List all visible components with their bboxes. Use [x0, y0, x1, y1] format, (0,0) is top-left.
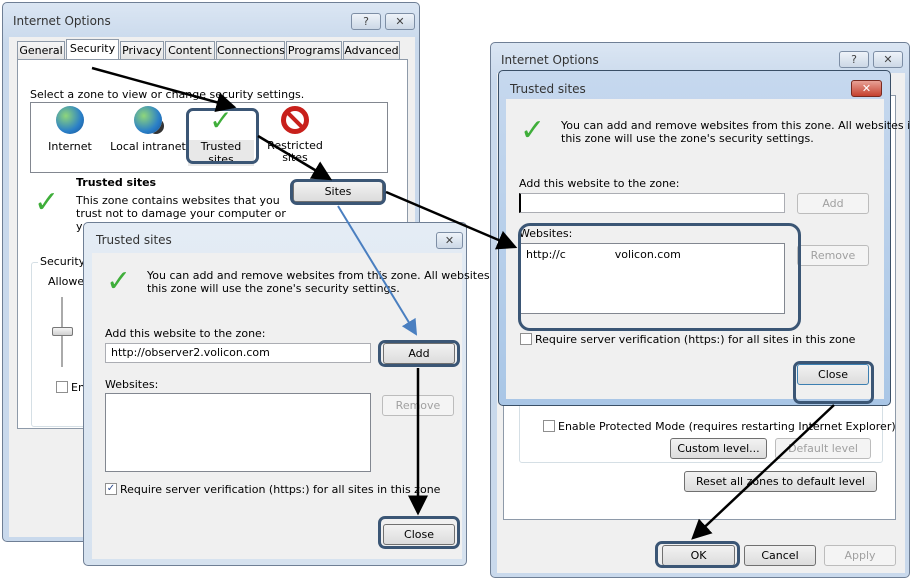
arrow-close-to-ok — [691, 404, 835, 540]
arrow-trusted-to-sites — [257, 134, 333, 181]
arrow-sites-to-websites — [385, 190, 518, 250]
annotation-arrows — [91, 66, 835, 540]
arrow-sites-to-add — [337, 205, 418, 336]
arrow-security-to-trusted — [91, 66, 237, 113]
